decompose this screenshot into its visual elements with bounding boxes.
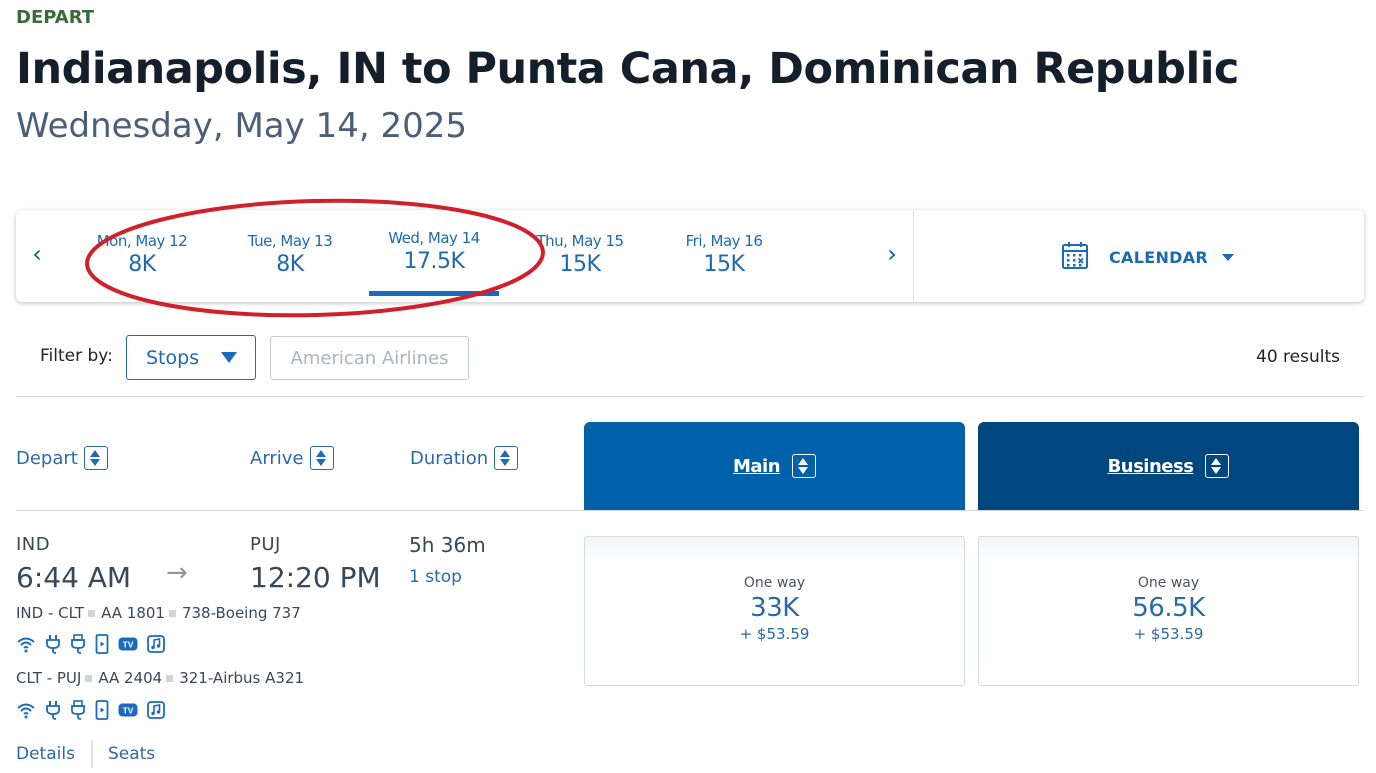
sort-duration-header[interactable]: Duration	[410, 446, 519, 470]
depart-time: 6:44 AM	[16, 561, 132, 594]
date-option-thu-may-15[interactable]: Thu, May 15 15K	[510, 232, 650, 277]
date-option-tue-may-13[interactable]: Tue, May 13 8K	[220, 232, 360, 277]
stops-filter-value: Stops	[146, 346, 200, 369]
filter-by-label: Filter by:	[40, 346, 113, 366]
segment-flight-number: AA 2404	[98, 669, 163, 687]
column-label: Duration	[410, 447, 489, 469]
segment-2-amenities: TV	[16, 700, 165, 720]
sort-icon	[309, 446, 334, 470]
sort-icon	[792, 454, 817, 478]
trip-type-label: One way	[1137, 575, 1200, 591]
trip-type-label: One way	[743, 575, 806, 591]
music-icon	[147, 635, 165, 653]
miles-price: 33K	[750, 593, 799, 623]
column-label: Arrive	[250, 447, 304, 469]
wifi-icon	[16, 701, 36, 719]
power-outlet-icon	[45, 634, 61, 654]
stops-filter-select[interactable]: Stops	[126, 335, 256, 380]
arrow-right-icon: →	[166, 558, 188, 588]
segment-aircraft: 738-Boeing 737	[181, 604, 301, 622]
divider	[16, 396, 1364, 397]
date-label: Wed, May 14	[388, 229, 480, 247]
caret-down-icon	[221, 352, 237, 363]
business-cabin-header[interactable]: Business	[978, 422, 1359, 510]
mobile-entertainment-icon	[95, 634, 109, 654]
svg-text:TV: TV	[123, 706, 134, 716]
segment-route: CLT - PUJ	[16, 669, 82, 687]
sort-arrive-header[interactable]: Arrive	[250, 446, 334, 470]
flight-duration: 5h 36m	[409, 533, 486, 557]
date-label: Mon, May 12	[96, 232, 188, 250]
chevron-right-icon[interactable]: ›	[879, 240, 905, 268]
main-cabin-header[interactable]: Main	[584, 422, 965, 510]
divider	[90, 740, 93, 768]
separator	[88, 609, 96, 617]
segment-route: IND - CLT	[16, 604, 85, 622]
flight-links: Details Seats	[16, 740, 155, 768]
calendar-button[interactable]: CALENDAR	[1061, 240, 1235, 274]
sort-icon	[83, 446, 108, 470]
date-price: 17.5K	[403, 249, 465, 274]
date-price: 8K	[128, 252, 156, 277]
divider	[913, 210, 914, 302]
tv-icon: TV	[118, 703, 138, 717]
segment-1-info: IND - CLT AA 1801 738-Boeing 737	[16, 604, 301, 622]
taxes-fees: + $53.59	[739, 625, 810, 643]
date-option-wed-may-14[interactable]: Wed, May 14 17.5K	[364, 229, 504, 274]
date-price: 15K	[703, 252, 745, 277]
svg-text:TV: TV	[123, 640, 134, 650]
divider	[16, 510, 1364, 511]
music-icon	[147, 701, 165, 719]
travel-date: Wednesday, May 14, 2025	[16, 106, 467, 146]
sort-icon	[494, 446, 519, 470]
segment-1-amenities: TV	[16, 634, 165, 654]
cabin-label: Main	[732, 455, 781, 477]
results-count: 40 results	[1256, 347, 1340, 367]
usb-icon	[70, 634, 86, 654]
date-price: 8K	[276, 252, 304, 277]
separator	[85, 674, 93, 682]
caret-down-icon	[1222, 253, 1235, 261]
usb-icon	[70, 700, 86, 720]
origin-airport: IND	[16, 534, 51, 555]
sort-depart-header[interactable]: Depart	[16, 446, 108, 470]
date-price: 15K	[559, 252, 601, 277]
segment-aircraft: 321-Airbus A321	[179, 669, 305, 687]
date-option-fri-may-16[interactable]: Fri, May 16 15K	[654, 232, 794, 277]
date-selector-strip: ‹ Mon, May 12 8K Tue, May 13 8K Wed, May…	[16, 210, 1364, 302]
route-title: Indianapolis, IN to Punta Cana, Dominica…	[16, 44, 1239, 94]
calendar-icon	[1061, 240, 1089, 274]
selected-date-indicator	[369, 291, 499, 296]
tv-icon: TV	[118, 637, 138, 651]
sort-icon	[1205, 454, 1230, 478]
american-airlines-filter-button[interactable]: American Airlines	[270, 336, 469, 380]
segment-flight-number: AA 1801	[101, 604, 165, 622]
power-outlet-icon	[45, 700, 61, 720]
stops-link[interactable]: 1 stop	[409, 567, 462, 587]
chevron-left-icon[interactable]: ‹	[24, 240, 50, 268]
main-fare-card[interactable]: One way 33K + $53.59	[584, 536, 965, 686]
separator	[166, 674, 174, 682]
wifi-icon	[16, 635, 36, 653]
date-option-mon-may-12[interactable]: Mon, May 12 8K	[72, 232, 212, 277]
destination-airport: PUJ	[250, 534, 281, 555]
date-label: Fri, May 16	[685, 232, 763, 250]
separator	[168, 609, 176, 617]
airline-filter-label: American Airlines	[290, 347, 449, 369]
miles-price: 56.5K	[1132, 593, 1205, 623]
mobile-entertainment-icon	[95, 700, 109, 720]
calendar-label: CALENDAR	[1109, 247, 1209, 267]
date-label: Tue, May 13	[247, 232, 333, 250]
arrive-time: 12:20 PM	[250, 561, 381, 594]
column-label: Depart	[16, 447, 78, 469]
segment-2-info: CLT - PUJ AA 2404 321-Airbus A321	[16, 669, 304, 687]
seats-link[interactable]: Seats	[108, 744, 155, 764]
depart-label: DEPART	[16, 7, 95, 28]
cabin-label: Business	[1107, 455, 1194, 477]
details-link[interactable]: Details	[16, 744, 75, 764]
business-fare-card[interactable]: One way 56.5K + $53.59	[978, 536, 1359, 686]
date-label: Thu, May 15	[536, 232, 624, 250]
taxes-fees: + $53.59	[1133, 625, 1204, 643]
